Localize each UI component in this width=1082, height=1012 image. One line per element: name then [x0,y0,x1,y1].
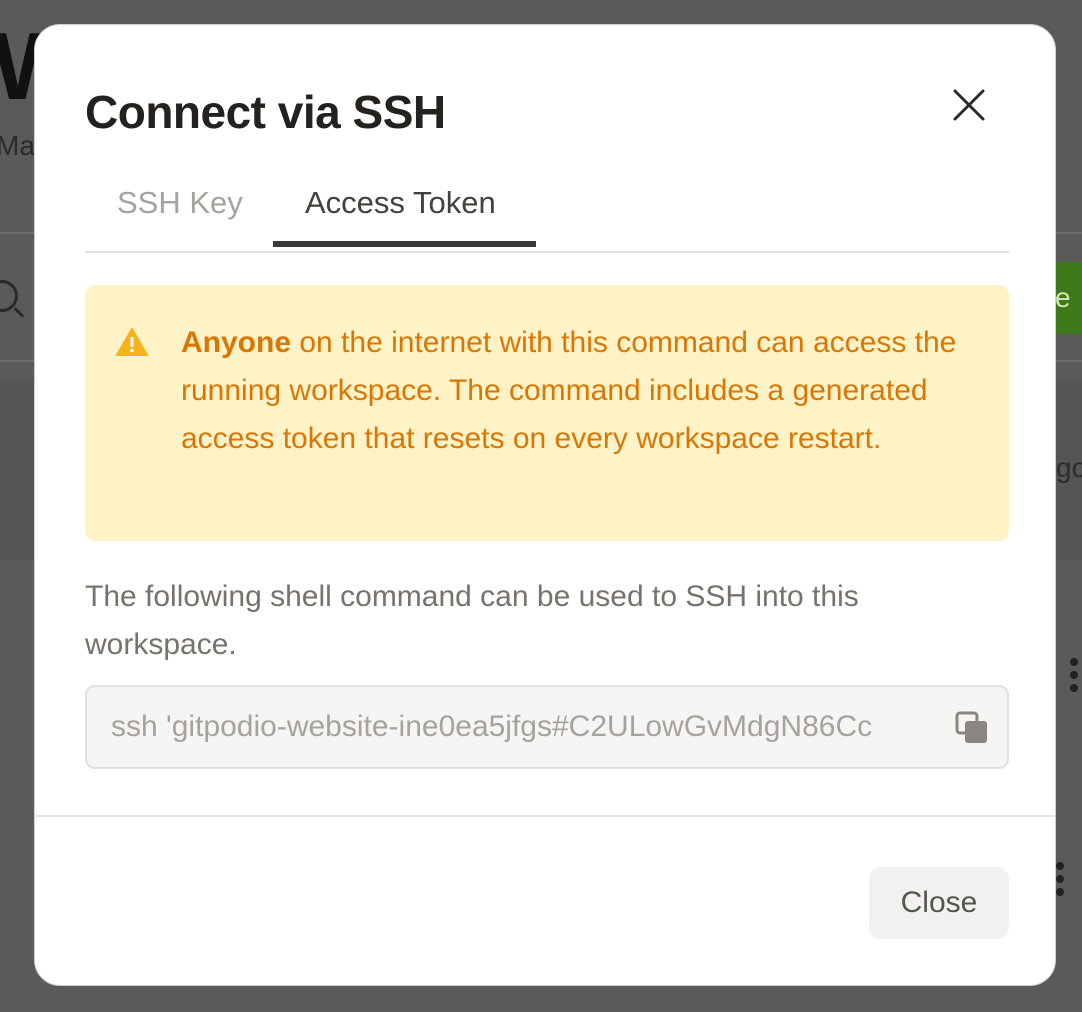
warning-icon [115,327,149,357]
background-row-text: go [1056,452,1082,483]
tab-bar: SSH Key Access Token [85,175,1009,253]
footer-divider [35,815,1055,817]
warning-alert: Anyone on the internet with this command… [85,285,1009,541]
warning-body: on the internet with this command can ac… [181,326,957,455]
command-field [85,685,1009,769]
ssh-dialog: Connect via SSH SSH Key Access Token Any… [34,24,1056,986]
tab-access-token[interactable]: Access Token [305,185,496,221]
close-button[interactable]: Close [869,867,1009,939]
warning-emphasis: Anyone [181,326,292,359]
more-vertical-icon [1056,862,1064,901]
ssh-command-input[interactable] [111,687,945,767]
warning-message: Anyone on the internet with this command… [181,319,991,463]
close-icon[interactable] [947,83,991,127]
command-description: The following shell command can be used … [85,580,859,661]
tab-ssh-key[interactable]: SSH Key [117,185,243,221]
search-icon [0,280,18,312]
copy-icon[interactable] [955,711,989,745]
more-vertical-icon [1070,658,1078,697]
background-page-subtitle: Ma [0,130,35,161]
active-tab-indicator [273,241,536,247]
dialog-title: Connect via SSH [85,86,446,138]
background-primary-button-label: e [1055,282,1071,313]
